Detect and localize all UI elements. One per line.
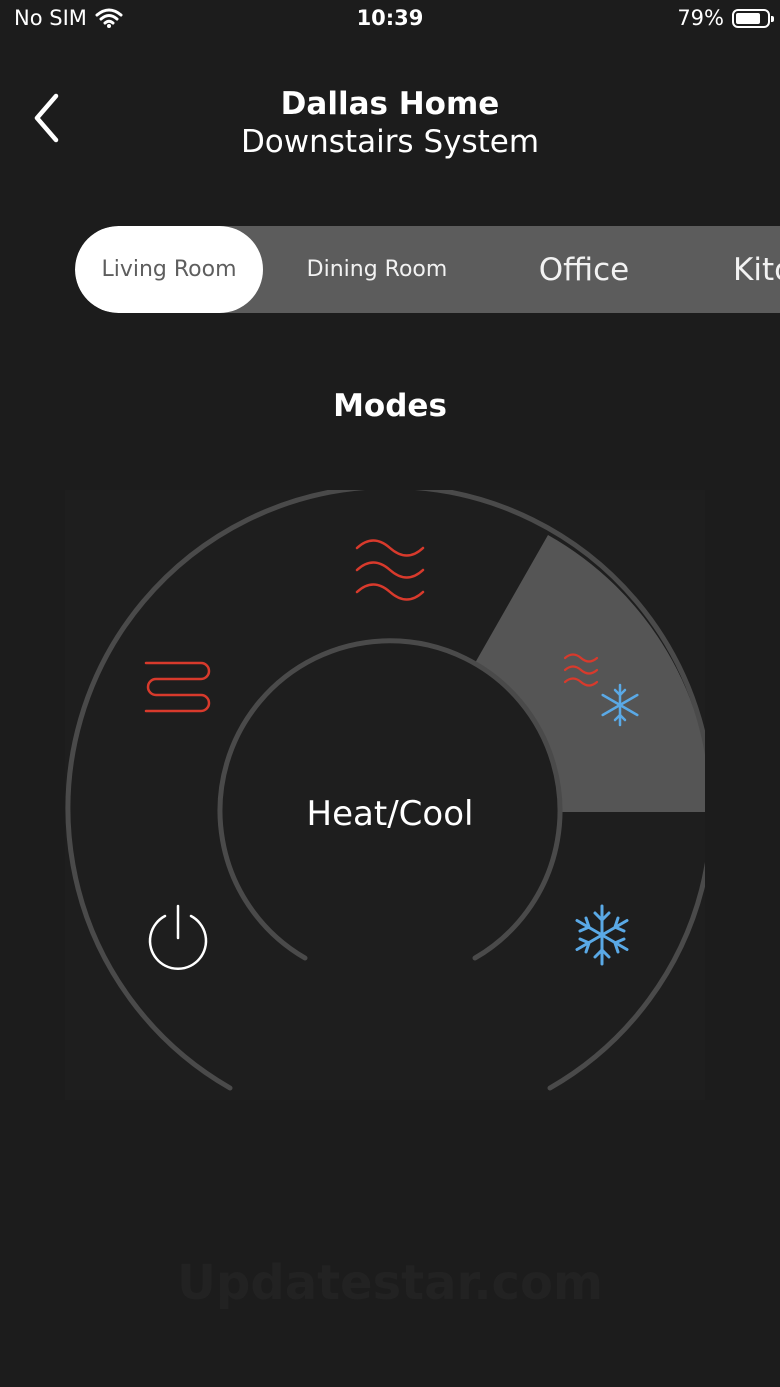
watermark: Updatestar.com bbox=[177, 1255, 603, 1311]
status-right: 79% bbox=[677, 6, 774, 30]
tab-label: Kitc bbox=[733, 251, 780, 288]
tab-office[interactable]: Office bbox=[487, 226, 681, 313]
clock: 10:39 bbox=[356, 6, 424, 30]
mode-dial-graphic: Heat/Cool bbox=[65, 490, 705, 1091]
page-title: Dallas Home bbox=[280, 86, 500, 122]
battery-percent: 79% bbox=[677, 6, 724, 30]
current-mode-label: Heat/Cool bbox=[307, 794, 474, 834]
tab-dining-room[interactable]: Dining Room bbox=[283, 226, 471, 313]
heating-coil-icon[interactable] bbox=[144, 661, 211, 713]
battery-fill bbox=[736, 12, 760, 24]
tab-label: Living Room bbox=[101, 257, 237, 282]
tab-label: Office bbox=[538, 251, 630, 288]
tab-label: Dining Room bbox=[306, 257, 448, 282]
heat-waves-icon[interactable] bbox=[355, 539, 425, 601]
page-subtitle: Downstairs System bbox=[240, 124, 540, 160]
mode-dial: Heat/Cool bbox=[65, 490, 705, 1100]
snowflake-icon[interactable] bbox=[575, 904, 629, 966]
room-tabs: Living Room Dining Room Office Kitc bbox=[75, 226, 780, 313]
tab-living-room[interactable]: Living Room bbox=[75, 226, 263, 313]
battery-tip bbox=[771, 15, 774, 22]
tab-kitchen[interactable]: Kitc bbox=[733, 226, 780, 313]
status-bar: No SIM 10:39 79% bbox=[0, 0, 780, 40]
battery-icon bbox=[732, 8, 774, 28]
power-icon[interactable] bbox=[148, 904, 208, 971]
modes-heading: Modes bbox=[333, 388, 447, 424]
